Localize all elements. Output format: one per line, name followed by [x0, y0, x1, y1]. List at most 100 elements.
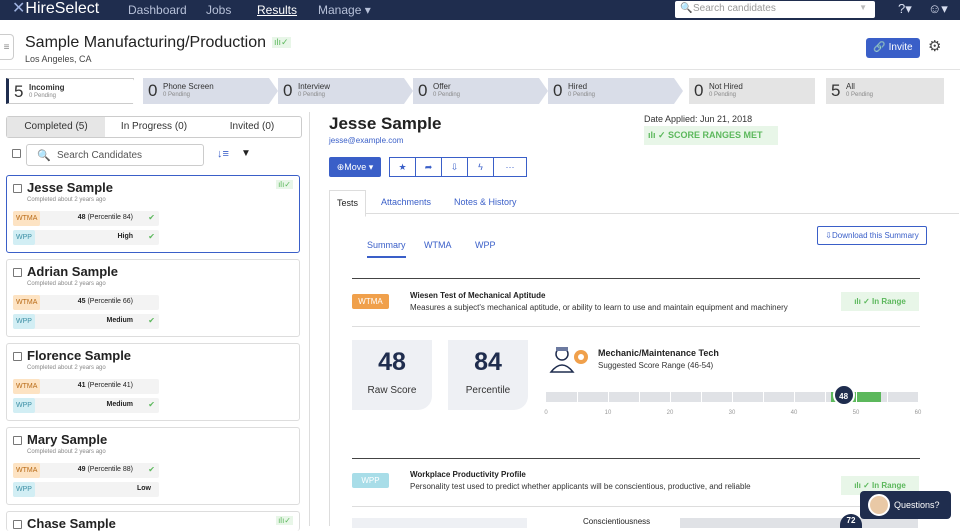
raw-score-label: Raw Score [367, 385, 417, 396]
wtma-value: 45 (Percentile 66) [77, 298, 133, 305]
nav-jobs[interactable]: Jobs [206, 3, 231, 17]
nav-manage[interactable]: Manage ▾ [318, 3, 371, 17]
candidate-card[interactable]: Adrian Sample Completed about 2 years ag… [6, 259, 300, 337]
wpp-tag: WPP [13, 314, 35, 329]
questions-button[interactable]: Questions? [860, 491, 951, 519]
bar-chart-icon: ılı ✓ [648, 130, 669, 140]
wtma-row: WTMA 48 (Percentile 84) ✔ [13, 211, 159, 226]
bar-segment-divider [701, 392, 702, 402]
nav-results[interactable]: Results [257, 3, 297, 17]
trait-label: Conscientiousness [583, 517, 651, 526]
candidate-card[interactable]: Chase Sample ılı✓ [6, 511, 300, 531]
tick-label: 50 [852, 410, 860, 416]
candidate-card[interactable]: Jesse Sample ılı✓ Completed about 2 year… [6, 175, 300, 253]
wtma-value: 41 (Percentile 41) [77, 382, 133, 389]
wtma-value: 48 (Percentile 84) [77, 214, 133, 221]
gear-icon[interactable]: ⚙ [928, 37, 941, 55]
top-nav-bar: ✕HireSelect Dashboard Jobs Results Manag… [0, 0, 960, 20]
wpp-badge: WPP [352, 473, 389, 488]
select-all-checkbox[interactable] [12, 149, 21, 158]
candidate-checkbox[interactable] [13, 436, 22, 445]
raw-score-box: 48 Raw Score [352, 340, 432, 410]
stage-arrow [269, 78, 278, 104]
download-summary-button[interactable]: ⇩Download this Summary [817, 226, 927, 245]
wpp-value: Medium [106, 317, 133, 324]
candidate-search-input[interactable]: 🔍 Search Candidates [26, 144, 204, 166]
candidate-status-tabs: Completed (5) In Progress (0) Invited (0… [6, 116, 302, 138]
stage-arrow [539, 78, 548, 104]
subtab-wtma[interactable]: WTMA [424, 240, 452, 250]
brand-logo[interactable]: ✕HireSelect [12, 0, 99, 18]
nav-dashboard[interactable]: Dashboard [128, 3, 187, 17]
filter-icon[interactable]: ▼ [241, 148, 251, 159]
tab-tests[interactable]: Tests [329, 190, 367, 217]
candidate-name: Adrian Sample [27, 264, 119, 279]
wtma-value: 49 (Percentile 88) [77, 466, 133, 473]
tick-label: 60 [914, 410, 922, 416]
move-button[interactable]: ⊕Move ▾ [329, 157, 381, 177]
candidate-checkbox[interactable] [13, 352, 22, 361]
candidate-card[interactable]: Florence Sample Completed about 2 years … [6, 343, 300, 421]
wtma-row: WTMA 49 (Percentile 88) ✔ [13, 463, 159, 478]
page-title: Sample Manufacturing/Production ılı✓ [25, 34, 291, 51]
bolt-icon[interactable]: ϟ [467, 157, 494, 177]
date-applied: Date Applied: Jun 21, 2018 [644, 114, 753, 124]
pipeline-bar: 5 Incoming 0 Pending 0 Phone Screen 0 Pe… [6, 78, 944, 105]
sort-icon[interactable]: ↓≡ [217, 148, 229, 160]
candidate-card[interactable]: Mary Sample Completed about 2 years ago … [6, 427, 300, 505]
menu-icon[interactable]: ≡ [0, 34, 14, 60]
bar-segment-divider [577, 392, 578, 402]
candidate-checkbox[interactable] [13, 184, 22, 193]
stage-phone-screen[interactable]: 0 Phone Screen 0 Pending [143, 78, 278, 104]
share-icon[interactable]: ➦ [415, 157, 442, 177]
x-logo-icon: ✕ [12, 0, 26, 17]
help-icon[interactable]: ?▾ [898, 1, 912, 17]
subtab-wpp[interactable]: WPP [475, 240, 496, 250]
tab-attachments[interactable]: Attachments [381, 197, 431, 207]
check-icon: ✔ [148, 316, 155, 325]
detail-tabs: Tests Attachments Notes & History [329, 190, 959, 217]
star-icon[interactable]: ★ [389, 157, 416, 177]
wtma-description: Measures a subject's mechanical aptitude… [410, 303, 788, 312]
score-ranges-badge: ılı ✓ SCORE RANGES MET [644, 126, 778, 145]
stage-not-hired[interactable]: 0 Not Hired 0 Pending [689, 78, 815, 104]
user-avatar-icon[interactable]: ☺▾ [928, 1, 948, 17]
bar-segment-divider [825, 392, 826, 402]
check-icon: ✔ [148, 465, 155, 474]
tick-label: 30 [728, 410, 736, 416]
subtab-summary[interactable]: Summary [367, 240, 406, 258]
page-location: Los Angeles, CA [25, 54, 92, 64]
bar-segment-divider [639, 392, 640, 402]
tab-completed[interactable]: Completed (5) [7, 117, 105, 137]
tab-in-progress[interactable]: In Progress (0) [105, 117, 203, 137]
check-icon: ✔ [148, 232, 155, 241]
tab-notes-history[interactable]: Notes & History [454, 197, 517, 207]
wtma-row: WTMA 41 (Percentile 41) [13, 379, 159, 394]
search-icon: 🔍 [37, 150, 51, 162]
candidate-completed: Completed about 2 years ago [27, 197, 106, 203]
tab-invited[interactable]: Invited (0) [203, 117, 301, 137]
wtma-title: Wiesen Test of Mechanical Aptitude [410, 291, 546, 300]
tick-label: 0 [544, 410, 548, 416]
stage-hired[interactable]: 0 Hired 0 Pending [548, 78, 683, 104]
stage-offer[interactable]: 0 Offer 0 Pending [413, 78, 548, 104]
stage-all[interactable]: 5 All 0 Pending [826, 78, 944, 104]
stage-arrow [404, 78, 413, 104]
download-icon[interactable]: ⇩ [441, 157, 468, 177]
stage-incoming[interactable]: 5 Incoming 0 Pending [6, 78, 142, 105]
score-met-icon: ılı✓ [276, 180, 293, 189]
wtma-in-range-badge: ılı ✓ In Range [841, 292, 919, 311]
section-divider [352, 506, 920, 507]
candidate-checkbox[interactable] [13, 268, 22, 277]
stage-interview[interactable]: 0 Interview 0 Pending [278, 78, 413, 104]
invite-button[interactable]: 🔗 Invite [866, 38, 920, 58]
more-icon[interactable]: ··· [493, 157, 527, 177]
score-ticks: 0 10 20 30 40 50 60 [544, 410, 921, 420]
bar-segment-divider [794, 392, 795, 402]
candidate-email-link[interactable]: jesse@example.com [329, 136, 403, 145]
top-search-input[interactable]: 🔍 Search candidates ▼ [675, 1, 875, 18]
wpp-value: High [117, 233, 133, 240]
candidate-checkbox[interactable] [13, 520, 22, 529]
suggested-range: Suggested Score Range (46-54) [598, 361, 714, 370]
role-title: Mechanic/Maintenance Tech [598, 348, 719, 358]
